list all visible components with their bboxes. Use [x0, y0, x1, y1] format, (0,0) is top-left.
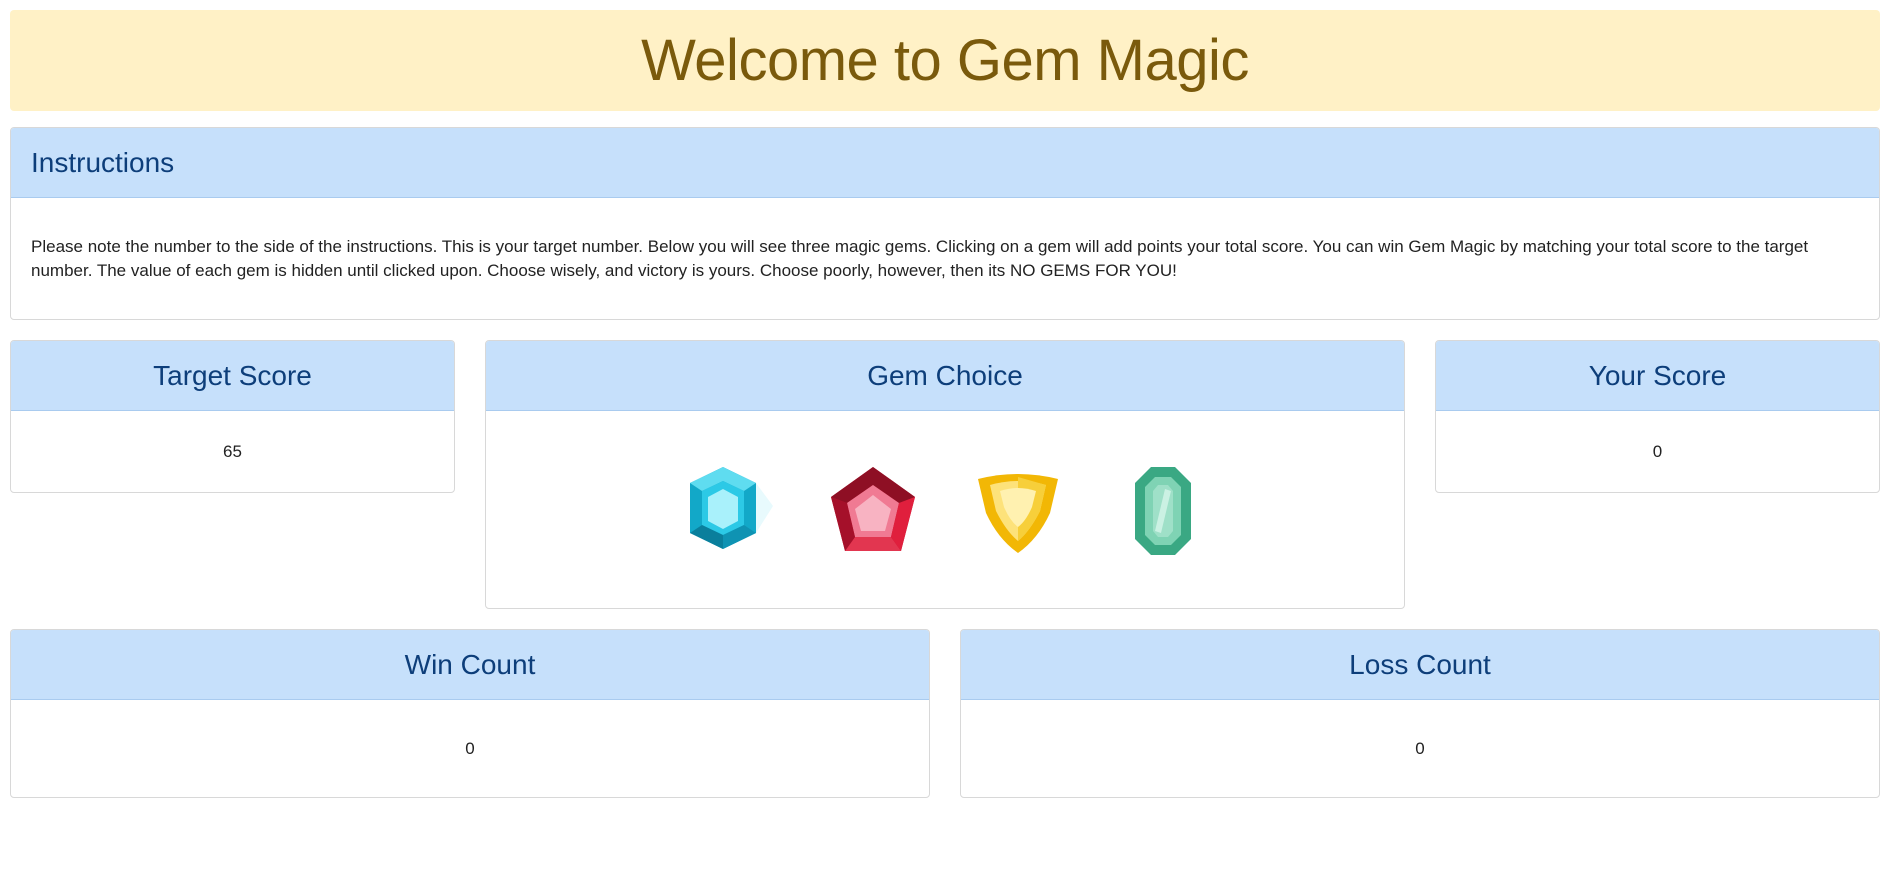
target-score-header: Target Score — [11, 341, 454, 411]
gem-choice-header: Gem Choice — [486, 341, 1404, 411]
red-gem-icon[interactable] — [823, 461, 923, 561]
win-count-header: Win Count — [11, 630, 929, 700]
instructions-card: Instructions Please note the number to t… — [10, 127, 1880, 320]
win-count-card: Win Count 0 — [10, 629, 930, 798]
your-score-card: Your Score 0 — [1435, 340, 1880, 493]
page-title: Welcome to Gem Magic — [641, 28, 1249, 93]
gem-list — [486, 411, 1404, 608]
title-banner: Welcome to Gem Magic — [10, 10, 1880, 111]
blue-gem-icon[interactable] — [678, 461, 778, 561]
instructions-text: Please note the number to the side of th… — [31, 236, 1809, 280]
instructions-header: Instructions — [11, 128, 1879, 198]
win-count-heading: Win Count — [404, 648, 536, 680]
win-count-value: 0 — [465, 738, 475, 758]
loss-count-heading: Loss Count — [1349, 648, 1491, 680]
your-score-value: 0 — [1652, 441, 1663, 461]
green-gem-icon[interactable] — [1113, 461, 1213, 561]
loss-count-card: Loss Count 0 — [960, 629, 1880, 798]
target-score-heading: Target Score — [153, 359, 312, 391]
gem-choice-heading: Gem Choice — [867, 359, 1023, 391]
target-score-card: Target Score 65 — [10, 340, 455, 493]
yellow-gem-icon[interactable] — [968, 461, 1068, 561]
loss-count-value: 0 — [1415, 738, 1425, 758]
loss-count-header: Loss Count — [961, 630, 1879, 700]
target-score-value: 65 — [223, 441, 242, 461]
instructions-heading: Instructions — [31, 146, 175, 178]
your-score-heading: Your Score — [1588, 359, 1727, 391]
your-score-header: Your Score — [1436, 341, 1879, 411]
gem-choice-card: Gem Choice — [485, 340, 1405, 609]
